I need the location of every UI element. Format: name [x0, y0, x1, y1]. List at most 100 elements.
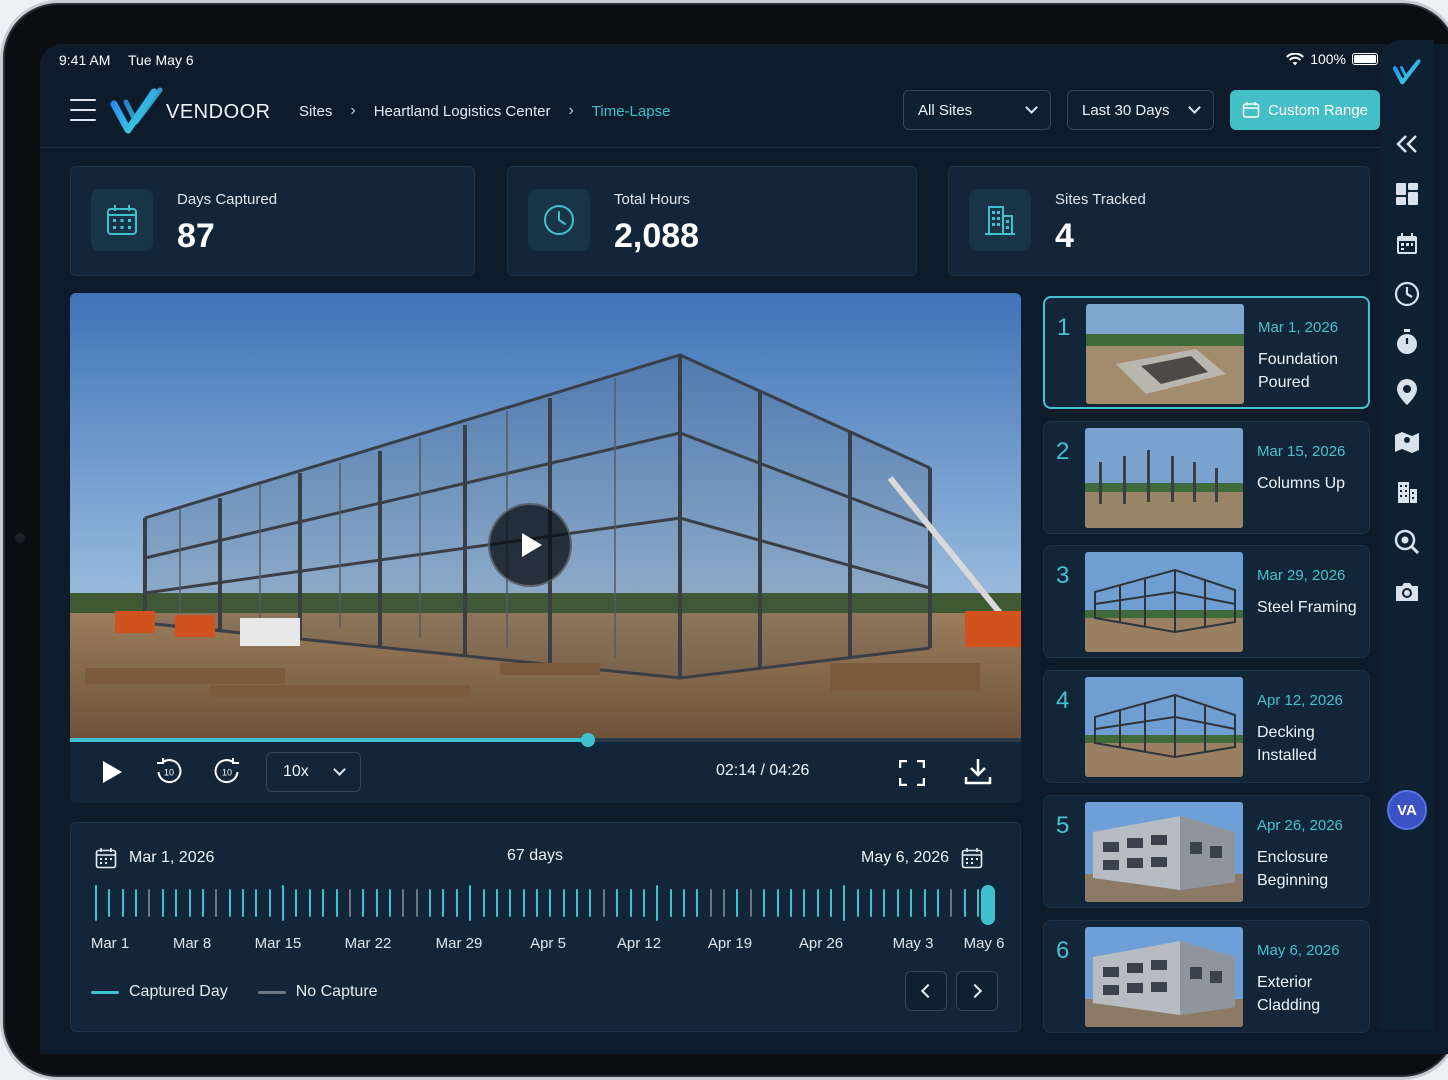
timeline-day-tick[interactable]: [242, 889, 244, 917]
breadcrumb-site[interactable]: Heartland Logistics Center: [374, 103, 551, 120]
timeline-day-tick[interactable]: [923, 889, 926, 917]
timeline-day-tick[interactable]: [375, 889, 378, 917]
timeline-day-tick[interactable]: [843, 885, 846, 921]
timeline-day-tick[interactable]: [562, 889, 565, 917]
timeline-day-tick[interactable]: [268, 889, 271, 917]
timeline-day-tick[interactable]: [495, 889, 498, 917]
calendar-icon[interactable]: [961, 847, 983, 869]
timeline-day-tick[interactable]: [308, 889, 311, 917]
timeline-day-tick[interactable]: [348, 889, 351, 917]
timeline-day-tick[interactable]: [683, 889, 685, 917]
timeline-day-tick[interactable]: [669, 889, 672, 917]
timeline-day-tick[interactable]: [201, 889, 204, 917]
timeline-day-tick[interactable]: [402, 889, 405, 917]
calendar-icon[interactable]: [1393, 230, 1421, 258]
timeline-day-tick[interactable]: [415, 889, 418, 917]
dashboard-icon[interactable]: [1393, 180, 1421, 208]
timeline-day-tick[interactable]: [255, 889, 258, 917]
timeline-day-tick[interactable]: [335, 889, 338, 917]
timeline-day-tick[interactable]: [629, 889, 632, 917]
timeline-day-tick[interactable]: [803, 889, 806, 917]
timeline-day-tick[interactable]: [455, 889, 458, 917]
timeline-day-tick[interactable]: [589, 889, 592, 917]
timeline-day-tick[interactable]: [616, 889, 619, 917]
timeline-day-tick[interactable]: [870, 889, 873, 917]
camera-icon[interactable]: [1393, 578, 1421, 606]
timeline-day-tick[interactable]: [95, 885, 97, 921]
fullscreen-button[interactable]: [898, 759, 926, 787]
range-select[interactable]: Last 30 Days: [1067, 90, 1214, 130]
timeline-day-tick[interactable]: [936, 889, 939, 917]
timeline-day-tick[interactable]: [602, 889, 605, 917]
timeline-day-tick[interactable]: [522, 889, 525, 917]
menu-icon[interactable]: [70, 99, 96, 121]
timeline-next-button[interactable]: [956, 971, 998, 1011]
timeline-day-tick[interactable]: [429, 889, 432, 917]
timeline-day-tick[interactable]: [576, 889, 579, 917]
map-icon[interactable]: [1393, 428, 1421, 456]
play-button[interactable]: [98, 758, 126, 786]
timeline-day-tick[interactable]: [148, 889, 151, 917]
milestone-card[interactable]: 6 May 6, 2026 Exterior Cladding: [1043, 920, 1370, 1033]
milestone-card[interactable]: 4 Apr 12, 2026 Decking Installed: [1043, 670, 1370, 783]
buildings-icon[interactable]: [1393, 478, 1421, 506]
timeline-day-tick[interactable]: [910, 889, 913, 917]
timeline-day-tick[interactable]: [656, 885, 659, 921]
download-button[interactable]: [963, 756, 993, 786]
timeline-day-tick[interactable]: [295, 889, 298, 917]
playback-speed-select[interactable]: 10x: [266, 752, 361, 792]
timeline-scrub-handle[interactable]: [981, 885, 995, 925]
forward-10-button[interactable]: 10: [212, 756, 242, 786]
stopwatch-icon[interactable]: [1393, 328, 1421, 356]
milestone-card[interactable]: 2 Mar 15, 2026 Columns Up: [1043, 421, 1370, 534]
timeline-day-tick[interactable]: [977, 889, 979, 917]
user-avatar[interactable]: VA: [1387, 790, 1427, 830]
timeline-day-tick[interactable]: [789, 889, 792, 917]
timeline-day-tick[interactable]: [282, 885, 285, 921]
timeline-day-tick[interactable]: [121, 889, 124, 917]
rewind-10-button[interactable]: 10: [154, 756, 184, 786]
timeline-day-tick[interactable]: [709, 889, 712, 917]
video-frame[interactable]: [70, 293, 1021, 740]
clock-icon[interactable]: [1393, 280, 1421, 308]
timeline-day-tick[interactable]: [322, 889, 325, 917]
custom-range-button[interactable]: Custom Range: [1230, 90, 1380, 130]
timeline-day-tick[interactable]: [135, 889, 138, 917]
timeline-day-tick[interactable]: [856, 889, 859, 917]
milestone-card[interactable]: 3 Mar 29, 2026 Steel Framing: [1043, 545, 1370, 658]
location-pin-icon[interactable]: [1393, 378, 1421, 406]
timeline-day-tick[interactable]: [108, 889, 111, 917]
timeline-day-tick[interactable]: [963, 889, 966, 917]
timeline-day-tick[interactable]: [469, 885, 472, 921]
timeline-day-tick[interactable]: [749, 889, 752, 917]
timeline-prev-button[interactable]: [905, 971, 947, 1011]
collapse-icon[interactable]: [1393, 130, 1421, 158]
timeline-day-tick[interactable]: [362, 889, 365, 917]
timeline-day-tick[interactable]: [642, 889, 645, 917]
search-site-icon[interactable]: [1393, 528, 1421, 556]
timeline-day-tick[interactable]: [830, 889, 832, 917]
timeline-day-tick[interactable]: [188, 889, 191, 917]
play-overlay-button[interactable]: [488, 503, 572, 587]
timeline-day-tick[interactable]: [482, 889, 485, 917]
timeline-day-tick[interactable]: [228, 889, 231, 917]
timeline-day-tick[interactable]: [215, 889, 218, 917]
breadcrumb-sites[interactable]: Sites: [299, 103, 332, 120]
timeline-day-tick[interactable]: [175, 889, 178, 917]
timeline-day-tick[interactable]: [896, 889, 899, 917]
brand-logo[interactable]: VENDOOR: [110, 86, 271, 138]
timeline-day-tick[interactable]: [696, 889, 699, 917]
timeline-day-tick[interactable]: [776, 889, 779, 917]
timeline-day-tick[interactable]: [536, 889, 538, 917]
timeline-day-tick[interactable]: [442, 889, 445, 917]
timeline-day-tick[interactable]: [883, 889, 886, 917]
timeline-day-tick[interactable]: [509, 889, 512, 917]
timeline-day-tick[interactable]: [161, 889, 164, 917]
timeline-day-tick[interactable]: [723, 889, 726, 917]
timeline-day-tick[interactable]: [763, 889, 766, 917]
rail-logo-icon[interactable]: [1393, 58, 1421, 86]
timeline-day-ticks[interactable]: [95, 885, 995, 925]
timeline-day-tick[interactable]: [816, 889, 819, 917]
milestone-card[interactable]: 5 Apr 26, 2026 Enclosure Beginning: [1043, 795, 1370, 908]
milestone-card[interactable]: 1 Mar 1, 2026 Foundation Poured: [1043, 296, 1370, 409]
